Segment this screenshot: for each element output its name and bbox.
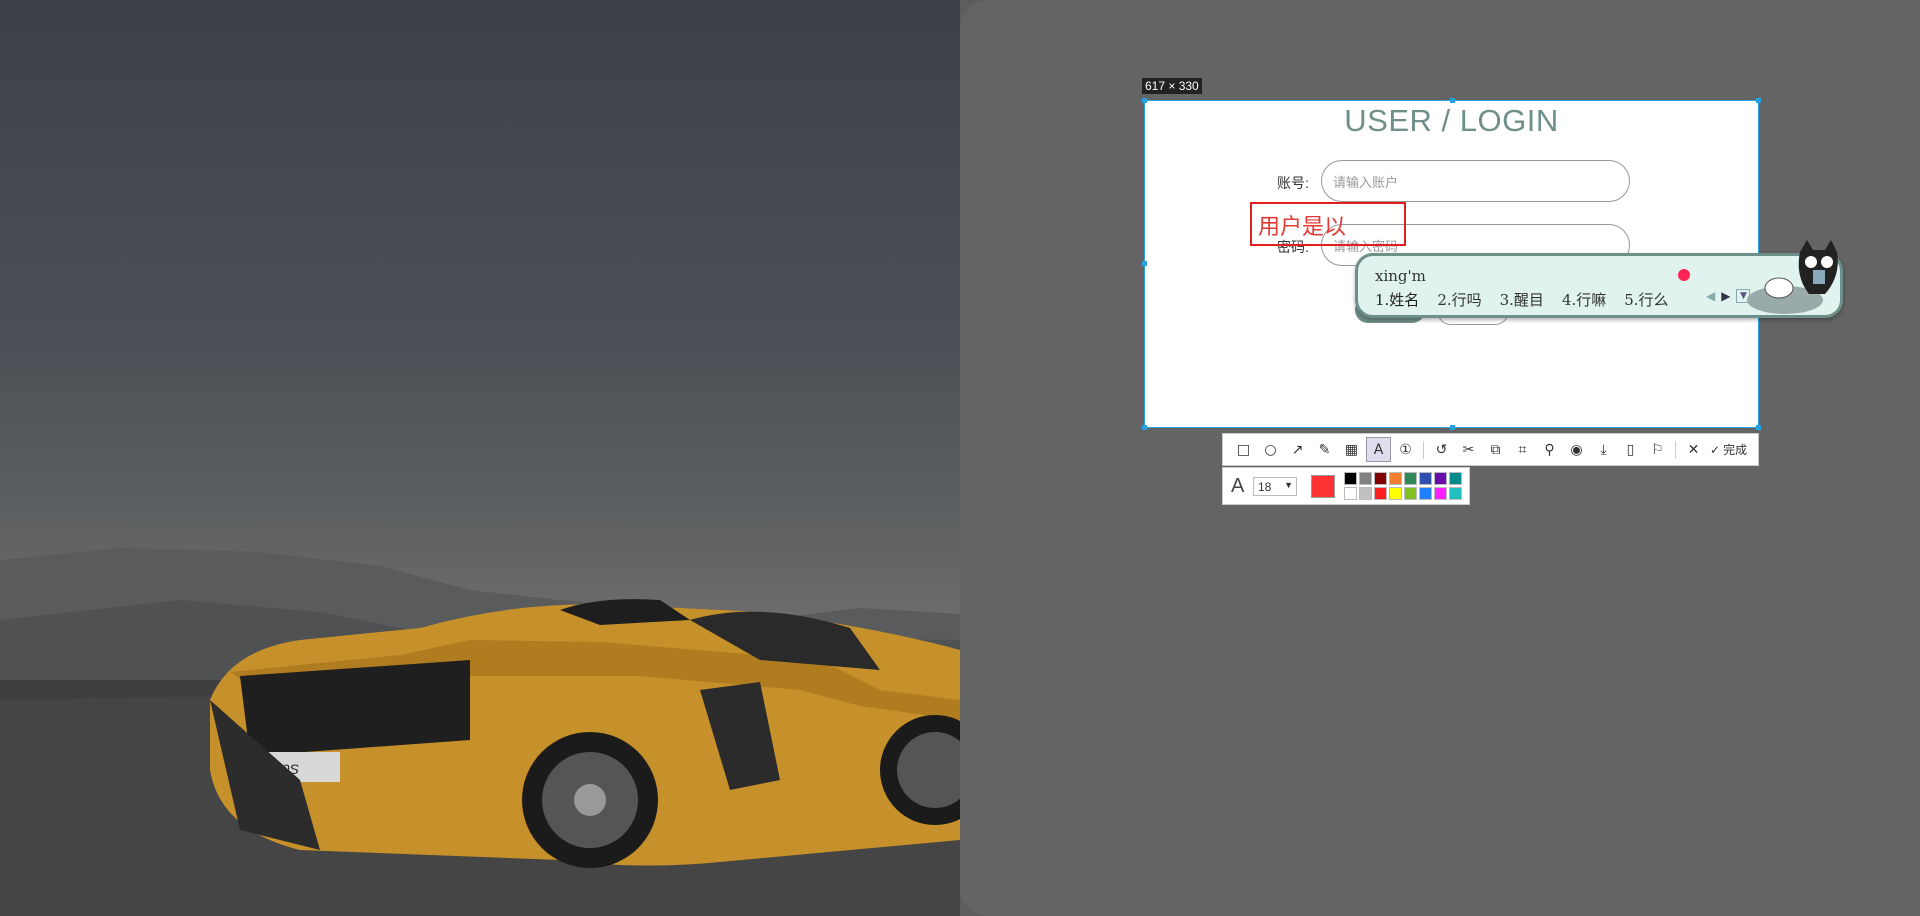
color-swatch[interactable]: [1359, 472, 1372, 485]
background-car-image: 650S: [0, 0, 960, 916]
ime-candidate[interactable]: 2.行吗: [1437, 289, 1481, 310]
done-button[interactable]: ✓ 完成: [1710, 441, 1747, 458]
pin-icon[interactable]: ⚲: [1537, 437, 1562, 462]
arrow-icon[interactable]: ↗: [1285, 437, 1310, 462]
rectangle-icon[interactable]: □: [1231, 437, 1256, 462]
color-swatch[interactable]: [1359, 487, 1372, 500]
number-icon[interactable]: ①: [1393, 437, 1418, 462]
bookmark-icon[interactable]: ⚐: [1645, 437, 1670, 462]
undo-icon[interactable]: ↺: [1429, 437, 1454, 462]
close-icon[interactable]: ✕: [1681, 437, 1706, 462]
color-swatch[interactable]: [1434, 472, 1447, 485]
account-label: 账号:: [1277, 175, 1309, 191]
color-swatch[interactable]: [1404, 487, 1417, 500]
ime-candidate[interactable]: 4.行嘛: [1562, 289, 1606, 310]
resize-handle-w[interactable]: [1142, 261, 1147, 266]
mosaic-icon[interactable]: ▦: [1339, 437, 1364, 462]
ime-prev-icon[interactable]: ◀: [1706, 289, 1715, 303]
color-swatch[interactable]: [1389, 487, 1402, 500]
ime-status-icon: [1678, 269, 1690, 281]
ime-candidate[interactable]: 3.醒目: [1500, 289, 1544, 310]
chevron-down-icon: ▼: [1284, 480, 1293, 490]
ime-composition: xing'm: [1375, 267, 1426, 285]
check-icon: ✓: [1710, 442, 1721, 457]
color-swatch[interactable]: [1449, 487, 1462, 500]
text-annotation: 用户是以: [1258, 214, 1347, 239]
toolbar-divider: [1423, 440, 1424, 459]
color-swatch[interactable]: [1344, 487, 1357, 500]
font-size-select[interactable]: 18 ▼: [1253, 477, 1297, 496]
ime-candidate-list: 1.姓名 2.行吗 3.醒目 4.行嘛 5.行么: [1375, 289, 1669, 310]
color-swatch[interactable]: [1389, 472, 1402, 485]
ime-candidate[interactable]: 1.姓名: [1375, 289, 1419, 310]
color-swatch[interactable]: [1449, 472, 1462, 485]
text-options-bar: A 18 ▼: [1222, 467, 1470, 505]
ime-mascot-icon: [1747, 240, 1838, 314]
pen-icon[interactable]: ✎: [1312, 437, 1337, 462]
account-input[interactable]: 请输入账户: [1321, 160, 1630, 202]
ellipse-icon[interactable]: ○: [1258, 437, 1283, 462]
resize-handle-s[interactable]: [1450, 425, 1455, 430]
color-swatch[interactable]: [1434, 487, 1447, 500]
resize-handle-se[interactable]: [1756, 425, 1761, 430]
font-size-value: 18: [1258, 479, 1272, 494]
color-swatch[interactable]: [1374, 487, 1387, 500]
scan-icon[interactable]: ⌗: [1510, 437, 1535, 462]
font-icon: A: [1231, 475, 1245, 497]
current-color-swatch[interactable]: [1311, 475, 1335, 498]
resize-handle-sw[interactable]: [1142, 425, 1147, 430]
color-swatch[interactable]: [1419, 487, 1432, 500]
login-title: USER / LOGIN: [1344, 103, 1559, 138]
ime-page-controls: ◀ ▶ ▼: [1706, 289, 1751, 303]
save-icon[interactable]: ▯: [1618, 437, 1643, 462]
car-illustration: 650S: [0, 548, 960, 916]
ime-candidate[interactable]: 5.行么: [1624, 289, 1668, 310]
color-swatch[interactable]: [1374, 472, 1387, 485]
cut-icon[interactable]: ✂: [1456, 437, 1481, 462]
ime-next-icon[interactable]: ▶: [1721, 289, 1730, 303]
color-palette: [1344, 472, 1462, 500]
toolbar-divider: [1675, 440, 1676, 459]
selection-size-label: 617 × 330: [1142, 78, 1202, 94]
text-icon[interactable]: A: [1366, 437, 1391, 462]
color-swatch[interactable]: [1344, 472, 1357, 485]
download-icon[interactable]: ⤓: [1591, 437, 1616, 462]
ocr-icon[interactable]: ⧉: [1483, 437, 1508, 462]
color-swatch[interactable]: [1404, 472, 1417, 485]
done-label: 完成: [1723, 443, 1748, 457]
screenshot-toolbar: □ ○ ↗ ✎ ▦ A ① ↺ ✂ ⧉ ⌗ ⚲ ◉ ⤓ ▯ ⚐ ✕ ✓ 完成: [1222, 433, 1759, 466]
record-icon[interactable]: ◉: [1564, 437, 1589, 462]
color-swatch[interactable]: [1419, 472, 1432, 485]
